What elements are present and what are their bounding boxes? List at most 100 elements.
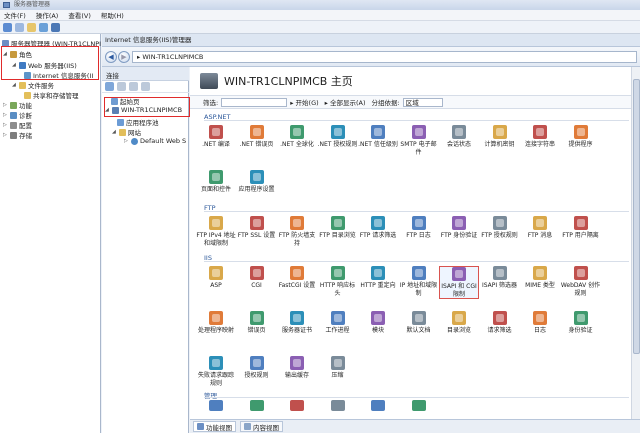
path-server[interactable]: WIN-TR1CLNPIMCB [142, 53, 203, 61]
tree-storage[interactable]: ▷ 存储 [3, 130, 32, 140]
iis-feature-item[interactable]: 目录浏览 [439, 311, 479, 335]
iis-feature-item[interactable]: 日志 [520, 311, 560, 335]
conn-sites[interactable]: ◢ 网站 [112, 127, 141, 137]
ftp-feature-item[interactable]: FTP 用户隔离 [561, 216, 601, 240]
iis-feature-item[interactable]: 失败请求跟踪规则 [196, 356, 236, 387]
conn-app-pools[interactable]: 应用程序池 [117, 117, 159, 127]
iis-feature-item[interactable]: 处理程序映射 [196, 311, 236, 335]
start-button[interactable]: ▸ 开始(G) [290, 97, 318, 107]
show-all-button[interactable]: ▸ 全部显示(A) [325, 97, 366, 107]
manage-feature-icon[interactable] [330, 400, 345, 411]
aspnet-feature-item[interactable]: .NET 信任级别 [358, 125, 398, 149]
manage-feature-icon[interactable] [290, 400, 304, 411]
iis-feature-item[interactable]: 输出缓存 [277, 356, 317, 380]
tree-roles[interactable]: ◢ 角色 [3, 49, 32, 59]
save-icon[interactable] [117, 82, 126, 91]
expand-icon[interactable]: ▷ [3, 112, 8, 118]
menu-action[interactable]: 操作(A) [36, 10, 59, 20]
ftp-feature-item[interactable]: FTP 请求筛选 [358, 216, 398, 240]
vertical-scrollbar[interactable] [631, 67, 640, 419]
address-path[interactable]: ▸ WIN-TR1CLNPIMCB [132, 51, 637, 63]
tree-web-server[interactable]: ◢ Web 服务器(IIS) [12, 60, 77, 70]
expand-icon[interactable]: ▷ [124, 138, 129, 144]
ftp-feature-item[interactable]: FTP 消息 [520, 216, 560, 240]
aspnet-feature-item[interactable]: .NET 授权规则 [318, 125, 358, 149]
iis-feature-item[interactable]: MIME 类型 [520, 266, 560, 290]
manage-feature-icon[interactable] [411, 400, 426, 411]
expand-icon[interactable]: ▷ [3, 132, 8, 138]
tree-file-services[interactable]: ◢ 文件服务 [12, 80, 54, 90]
manage-feature-icon[interactable] [371, 400, 385, 411]
iis-feature-item[interactable]: 服务器证书 [277, 311, 317, 335]
iis-feature-item[interactable]: 模块 [358, 311, 398, 335]
group-by-select[interactable]: 区域 [402, 97, 443, 107]
tree-diagnostics[interactable]: ▷ 诊断 [3, 110, 32, 120]
iis-feature-item[interactable]: ASP [196, 266, 236, 290]
manage-feature-icon[interactable] [249, 400, 264, 411]
collapse-icon[interactable]: ◢ [105, 107, 110, 113]
iis-feature-item[interactable]: 错误页 [237, 311, 277, 335]
ftp-feature-item[interactable]: FTP SSL 设置 [237, 216, 277, 240]
manage-feature-icon[interactable] [209, 400, 223, 411]
iis-feature-item[interactable]: ISAPI 和 CGI 限制 [439, 266, 479, 299]
iis-feature-item[interactable]: 授权规则 [237, 356, 277, 380]
iis-feature-item[interactable]: CGI [237, 266, 277, 290]
iis-feature-item[interactable]: FastCGI 设置 [277, 266, 317, 290]
menu-file[interactable]: 文件(F) [4, 10, 26, 20]
tree-share-storage[interactable]: 共享和存储管理 [24, 90, 79, 100]
help-icon[interactable] [51, 22, 60, 32]
iis-feature-item[interactable]: 工作进程 [318, 311, 358, 335]
conn-default-site[interactable]: ▷ Default Web S [124, 137, 186, 145]
forward-icon[interactable]: ▶ [118, 51, 130, 63]
iis-feature-item[interactable]: 压缩 [318, 356, 358, 380]
iis-feature-item[interactable]: ISAPI 筛选器 [480, 266, 520, 290]
ftp-feature-item[interactable]: FTP 日志 [399, 216, 439, 240]
ftp-feature-item[interactable]: FTP 目录浏览 [318, 216, 358, 240]
ftp-feature-item[interactable]: FTP IPv4 地址和域限制 [196, 216, 236, 247]
expand-icon[interactable]: ▷ [3, 122, 8, 128]
back-icon[interactable] [3, 22, 12, 32]
menu-help[interactable]: 帮助(H) [101, 10, 124, 20]
tab-content-view[interactable]: 内容视图 [240, 421, 283, 432]
back-icon[interactable]: ◀ [105, 51, 117, 63]
aspnet-feature-item[interactable]: .NET 全球化 [277, 125, 317, 149]
iis-feature-item[interactable]: WebDAV 创作规则 [561, 266, 601, 297]
collapse-icon[interactable]: ◢ [112, 129, 117, 135]
aspnet-feature-item[interactable]: 会话状态 [439, 125, 479, 149]
ftp-feature-item[interactable]: FTP 授权规则 [480, 216, 520, 240]
collapse-icon[interactable]: ◢ [3, 51, 8, 57]
forward-icon[interactable] [15, 22, 24, 32]
scrollbar-thumb[interactable] [633, 79, 640, 354]
iis-feature-item[interactable]: IP 地址和域限制 [399, 266, 439, 297]
aspnet-feature-item[interactable]: 计算机密钥 [480, 125, 520, 149]
conn-start-page[interactable]: 起始页 [111, 96, 140, 106]
ftp-feature-item[interactable]: FTP 防火墙支持 [277, 216, 317, 247]
tree-root[interactable]: 服务器管理器 (WIN-TR1CLNPI [2, 38, 101, 48]
aspnet-feature-item[interactable]: .NET 错误页 [237, 125, 277, 149]
conn-server[interactable]: ◢ WIN-TR1CLNPIMCB [105, 106, 182, 114]
up-icon[interactable] [129, 82, 138, 91]
filter-input[interactable] [221, 97, 288, 107]
aspnet-feature-item[interactable]: 页面和控件 [196, 170, 236, 194]
connect-icon[interactable] [105, 82, 114, 91]
folder-icon[interactable] [27, 22, 36, 32]
ftp-feature-item[interactable]: FTP 身份验证 [439, 216, 479, 240]
iis-feature-item[interactable]: 身份验证 [561, 311, 601, 335]
aspnet-feature-item[interactable]: SMTP 电子邮件 [399, 125, 439, 156]
tree-configuration[interactable]: ▷ 配置 [3, 120, 32, 130]
iis-feature-item[interactable]: HTTP 响应标头 [318, 266, 358, 297]
properties-icon[interactable] [39, 22, 48, 32]
menu-view[interactable]: 查看(V) [68, 10, 91, 20]
collapse-icon[interactable]: ◢ [12, 82, 17, 88]
refresh-icon[interactable] [141, 82, 150, 91]
aspnet-feature-item[interactable]: .NET 编译 [196, 125, 236, 149]
aspnet-feature-item[interactable]: 应用程序设置 [237, 170, 277, 194]
tree-iis-manager[interactable]: Internet 信息服务(II [24, 70, 93, 80]
tree-features[interactable]: ▷ 功能 [3, 100, 32, 110]
expand-icon[interactable]: ▷ [3, 102, 8, 108]
iis-feature-item[interactable]: 请求筛选 [480, 311, 520, 335]
aspnet-feature-item[interactable]: 连接字符串 [520, 125, 560, 149]
aspnet-feature-item[interactable]: 提供程序 [561, 125, 601, 149]
tab-features-view[interactable]: 功能视图 [193, 421, 236, 432]
collapse-icon[interactable]: ◢ [12, 62, 17, 68]
